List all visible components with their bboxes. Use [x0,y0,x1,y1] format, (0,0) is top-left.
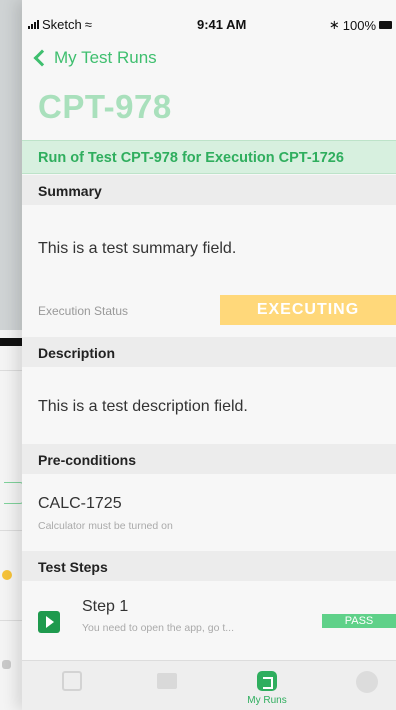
battery-icon [379,21,392,29]
battery-percent: 100% [342,17,376,33]
execution-status-badge[interactable]: EXECUTING [220,295,396,325]
preconditions-header: Pre-conditions [22,444,396,474]
step-status-badge: PASS [322,614,396,628]
summary-text: This is a test summary field. [38,240,237,257]
test-steps-header: Test Steps [22,551,396,581]
status-time: 9:41 AM [197,17,247,32]
tab-profile[interactable] [332,661,396,710]
play-icon [38,611,60,633]
background-status-dot [2,570,12,580]
bluetooth-icon: ∗ [328,17,340,32]
chevron-left-icon [33,49,51,67]
status-bar: Sketch ≈ 9:41 AM ∗ 100% [22,0,396,42]
tab-my-runs[interactable]: My Runs [232,661,302,710]
wifi-icon: ≈ [84,17,92,32]
folder-icon [157,673,177,689]
back-button[interactable]: My Test Runs [32,48,157,68]
status-left: Sketch ≈ [28,17,92,32]
tab-my-runs-label: My Runs [247,695,287,706]
execution-status-label: Execution Status [38,304,129,318]
background-field-box [4,482,24,504]
background-icon [2,660,11,669]
grid-icon [62,671,82,691]
tab-bar: My Runs [22,660,396,710]
run-title-banner: Run of Test CPT-978 for Execution CPT-17… [22,140,396,174]
description-header: Description [22,337,396,367]
signal-icon [28,20,39,29]
back-button-label: My Test Runs [54,48,157,67]
person-icon [356,671,378,693]
tab-dashboard[interactable] [37,661,107,710]
precondition-summary: Calculator must be turned on [38,520,173,532]
precondition-key[interactable]: CALC-1725 [38,495,122,513]
carrier-label: Sketch [42,17,82,32]
test-run-screen: Sketch ≈ 9:41 AM ∗ 100% My Test Runs CPT… [22,0,396,710]
status-right: ∗ 100% [329,17,392,33]
step-summary: You need to open the app, go t... [82,622,234,634]
my-runs-icon [257,671,277,691]
page-title: CPT-978 [38,88,172,125]
step-title: Step 1 [82,598,129,615]
summary-header: Summary [22,175,396,205]
description-text: This is a test description field. [38,398,248,415]
tab-projects[interactable] [132,661,202,710]
